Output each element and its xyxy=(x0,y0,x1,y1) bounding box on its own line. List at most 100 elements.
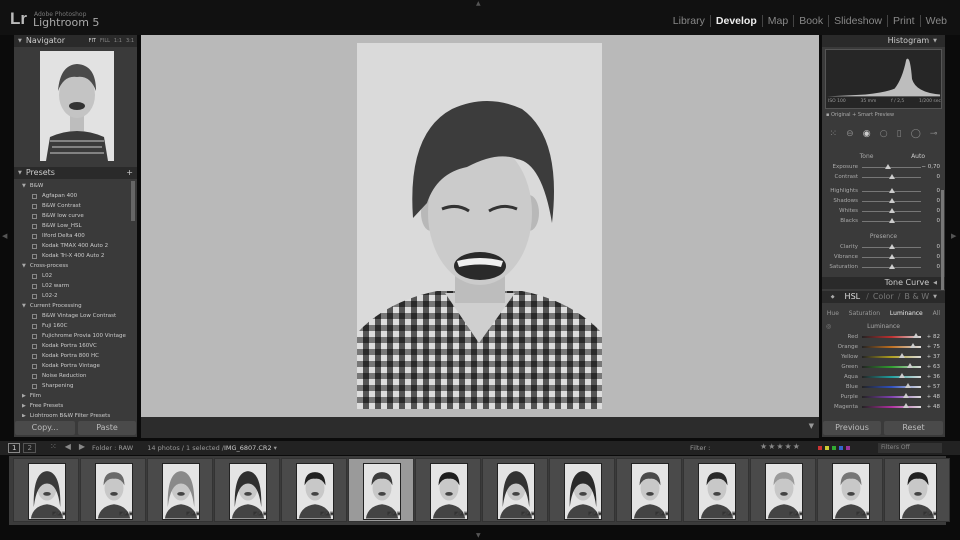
yellow-label-icon[interactable] xyxy=(825,446,829,450)
slider-track[interactable] xyxy=(862,363,921,368)
star-filter[interactable]: ★ ★ ★ ★ ★ xyxy=(760,442,800,451)
preset-item[interactable]: L02 xyxy=(22,271,135,281)
hsl-subtab-luminance[interactable]: Luminance xyxy=(890,308,923,319)
slider-track[interactable] xyxy=(862,197,921,203)
slider-handle[interactable] xyxy=(906,363,913,368)
slider-handle[interactable] xyxy=(910,343,917,348)
slider-track[interactable] xyxy=(862,333,921,338)
preset-folder[interactable]: ▼ Cross-process xyxy=(22,261,135,271)
slider-value[interactable]: + 37 xyxy=(921,354,945,360)
filmstrip-thumbnail[interactable]: ◩◪▣ xyxy=(884,458,950,522)
grid-icon[interactable]: ⁙ xyxy=(830,129,838,139)
filmstrip-thumbnail[interactable]: ◩◪▣ xyxy=(683,458,749,522)
star-icon[interactable]: ★ xyxy=(760,442,767,451)
bottom-panel-toggle-icon[interactable]: ▼ xyxy=(476,532,481,539)
filmstrip-thumbnail[interactable]: ◩◪▣ xyxy=(80,458,146,522)
star-icon[interactable]: ★ xyxy=(793,442,800,451)
slider-track[interactable] xyxy=(862,217,921,223)
preset-item[interactable]: Noise Reduction xyxy=(22,371,135,381)
preset-item[interactable]: Kodak TMAX 400 Auto 2 xyxy=(22,241,135,251)
image-canvas[interactable] xyxy=(141,35,819,417)
slider-value[interactable]: + 57 xyxy=(921,384,945,390)
preset-item[interactable]: B&W Low_HSL xyxy=(22,221,135,231)
slider-handle[interactable] xyxy=(912,333,919,338)
slider-handle[interactable] xyxy=(888,197,895,203)
red-label-icon[interactable] xyxy=(818,446,822,450)
back-arrow-icon[interactable]: ◀ xyxy=(65,442,71,451)
window-1-button[interactable]: 1 xyxy=(8,443,21,453)
filmstrip-thumbnail[interactable]: ◩◪▣ xyxy=(348,458,414,522)
slider-track[interactable] xyxy=(862,253,921,259)
slider-handle[interactable] xyxy=(884,163,891,169)
preset-item[interactable]: B&W Vintage Low Contrast xyxy=(22,311,135,321)
red-eye-icon[interactable]: ○ xyxy=(880,129,888,139)
preset-item[interactable]: Fuji 160C xyxy=(22,321,135,331)
slider-handle[interactable] xyxy=(899,373,906,378)
slider-track[interactable] xyxy=(862,373,921,378)
forward-arrow-icon[interactable]: ▶ xyxy=(79,442,85,451)
slider-track[interactable] xyxy=(862,403,921,408)
preset-scrollbar[interactable] xyxy=(131,181,135,221)
preset-item[interactable]: Kodak Portra 160VC xyxy=(22,341,135,351)
add-preset-button[interactable]: + xyxy=(126,167,137,179)
hsl-subtab-all[interactable]: All xyxy=(933,308,940,319)
bw-tab[interactable]: B & W xyxy=(904,291,929,303)
slider-track[interactable] xyxy=(862,243,921,249)
auto-tone-button[interactable]: Auto xyxy=(911,152,945,162)
preset-item[interactable]: Fujichrome Provia 100 Vintage xyxy=(22,331,135,341)
filmstrip-thumbnail[interactable]: ◩◪▣ xyxy=(281,458,347,522)
module-book[interactable]: Book xyxy=(793,15,828,27)
preset-item[interactable]: Kodak Portra Vintage xyxy=(22,361,135,371)
zoom-1-1[interactable]: 1:1 xyxy=(114,35,122,47)
star-icon[interactable]: ★ xyxy=(776,442,783,451)
preset-item[interactable]: Kodak Tri-X 400 Auto 2 xyxy=(22,251,135,261)
paste-button[interactable]: Paste xyxy=(78,421,136,435)
slider-value[interactable]: + 48 xyxy=(921,404,945,410)
filmstrip-thumbnail[interactable]: ◩◪▣ xyxy=(147,458,213,522)
slider-track[interactable] xyxy=(862,383,921,388)
slider-handle[interactable] xyxy=(902,393,909,398)
green-label-icon[interactable] xyxy=(832,446,836,450)
preset-folder[interactable]: ▶ Lightroom B&W Filter Presets xyxy=(22,411,135,417)
preset-item[interactable]: B&W Contrast xyxy=(22,201,135,211)
radial-filter-icon[interactable]: ◯ xyxy=(911,129,921,139)
hsl-tab[interactable]: HSL xyxy=(845,291,861,303)
slider-handle[interactable] xyxy=(888,263,895,269)
zoom-3-1[interactable]: 3:1 xyxy=(126,35,134,47)
filters-dropdown[interactable]: Filters Off xyxy=(878,443,942,453)
target-adjust-icon[interactable]: ◎ xyxy=(826,322,831,332)
histogram-header[interactable]: Histogram ▼ xyxy=(822,35,945,47)
slider-value[interactable]: − 0,70 xyxy=(921,164,945,170)
slider-handle[interactable] xyxy=(888,187,895,193)
slider-handle[interactable] xyxy=(888,173,895,179)
grid-view-icon[interactable]: ⁙ xyxy=(50,442,57,451)
preset-item[interactable]: Kodak Portra 800 HC xyxy=(22,351,135,361)
copy-button[interactable]: Copy... xyxy=(15,421,75,435)
right-scrollbar[interactable] xyxy=(941,190,944,290)
slider-handle[interactable] xyxy=(905,383,912,388)
slider-value[interactable]: + 63 xyxy=(921,364,945,370)
preset-folder[interactable]: ▶ Free Presets xyxy=(22,401,135,411)
filmstrip-thumbnail[interactable]: ◩◪▣ xyxy=(214,458,280,522)
preset-folder[interactable]: ▼ Current Processing xyxy=(22,301,135,311)
slider-track[interactable] xyxy=(862,393,921,398)
slider-handle[interactable] xyxy=(888,253,895,259)
reset-button[interactable]: Reset xyxy=(884,421,943,435)
filmstrip-thumbnail[interactable]: ◩◪▣ xyxy=(415,458,481,522)
slider-value[interactable]: + 36 xyxy=(921,374,945,380)
slider-value[interactable]: + 75 xyxy=(921,344,945,350)
slider-track[interactable] xyxy=(862,207,921,213)
source-info[interactable]: Folder : RAW 14 photos / 1 selected /IMG… xyxy=(92,444,277,452)
slider-handle[interactable] xyxy=(899,353,906,358)
preset-item[interactable]: L02 warm xyxy=(22,281,135,291)
slider-track[interactable] xyxy=(862,163,921,169)
right-panel-toggle-icon[interactable]: ▶ xyxy=(951,232,956,240)
color-label-filter[interactable] xyxy=(818,446,850,450)
slider-track[interactable] xyxy=(862,343,921,348)
preset-item[interactable]: Agfapan 400 xyxy=(22,191,135,201)
zoom-fill[interactable]: FILL xyxy=(100,35,110,47)
filmstrip-thumbnail[interactable]: ◩◪▣ xyxy=(482,458,548,522)
slider-handle[interactable] xyxy=(902,403,909,408)
preset-item[interactable]: L02-2 xyxy=(22,291,135,301)
module-map[interactable]: Map xyxy=(761,15,793,27)
